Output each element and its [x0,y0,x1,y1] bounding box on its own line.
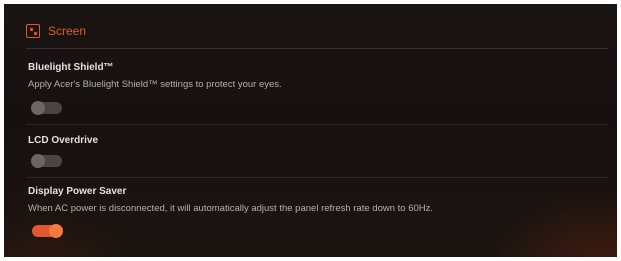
section-title: Screen [48,24,87,38]
toggle-knob [31,154,45,168]
toggle-knob [31,101,45,115]
section-header: Screen [26,24,86,38]
screen-settings-panel: Screen Bluelight Shield™ Apply Acer's Bl… [4,4,617,257]
setting-title: LCD Overdrive [28,135,99,146]
toggle-knob [49,224,63,238]
header-divider [26,48,608,49]
setting-title: Display Power Saver [28,186,127,197]
setting-description: When AC power is disconnected, it will a… [28,203,434,214]
bluelight-shield-toggle[interactable] [31,101,62,115]
setting-lcd-overdrive: LCD Overdrive [28,135,98,146]
setting-display-power-saver: Display Power Saver When AC power is dis… [28,186,433,214]
setting-description: Apply Acer's Bluelight Shield™ settings … [28,79,282,90]
divider [26,177,608,178]
lcd-overdrive-toggle[interactable] [31,154,62,168]
divider [26,124,608,125]
screen-icon [26,24,40,38]
setting-bluelight-shield: Bluelight Shield™ Apply Acer's Bluelight… [28,62,282,90]
setting-title: Bluelight Shield™ [28,62,114,73]
display-power-saver-toggle[interactable] [32,224,63,238]
